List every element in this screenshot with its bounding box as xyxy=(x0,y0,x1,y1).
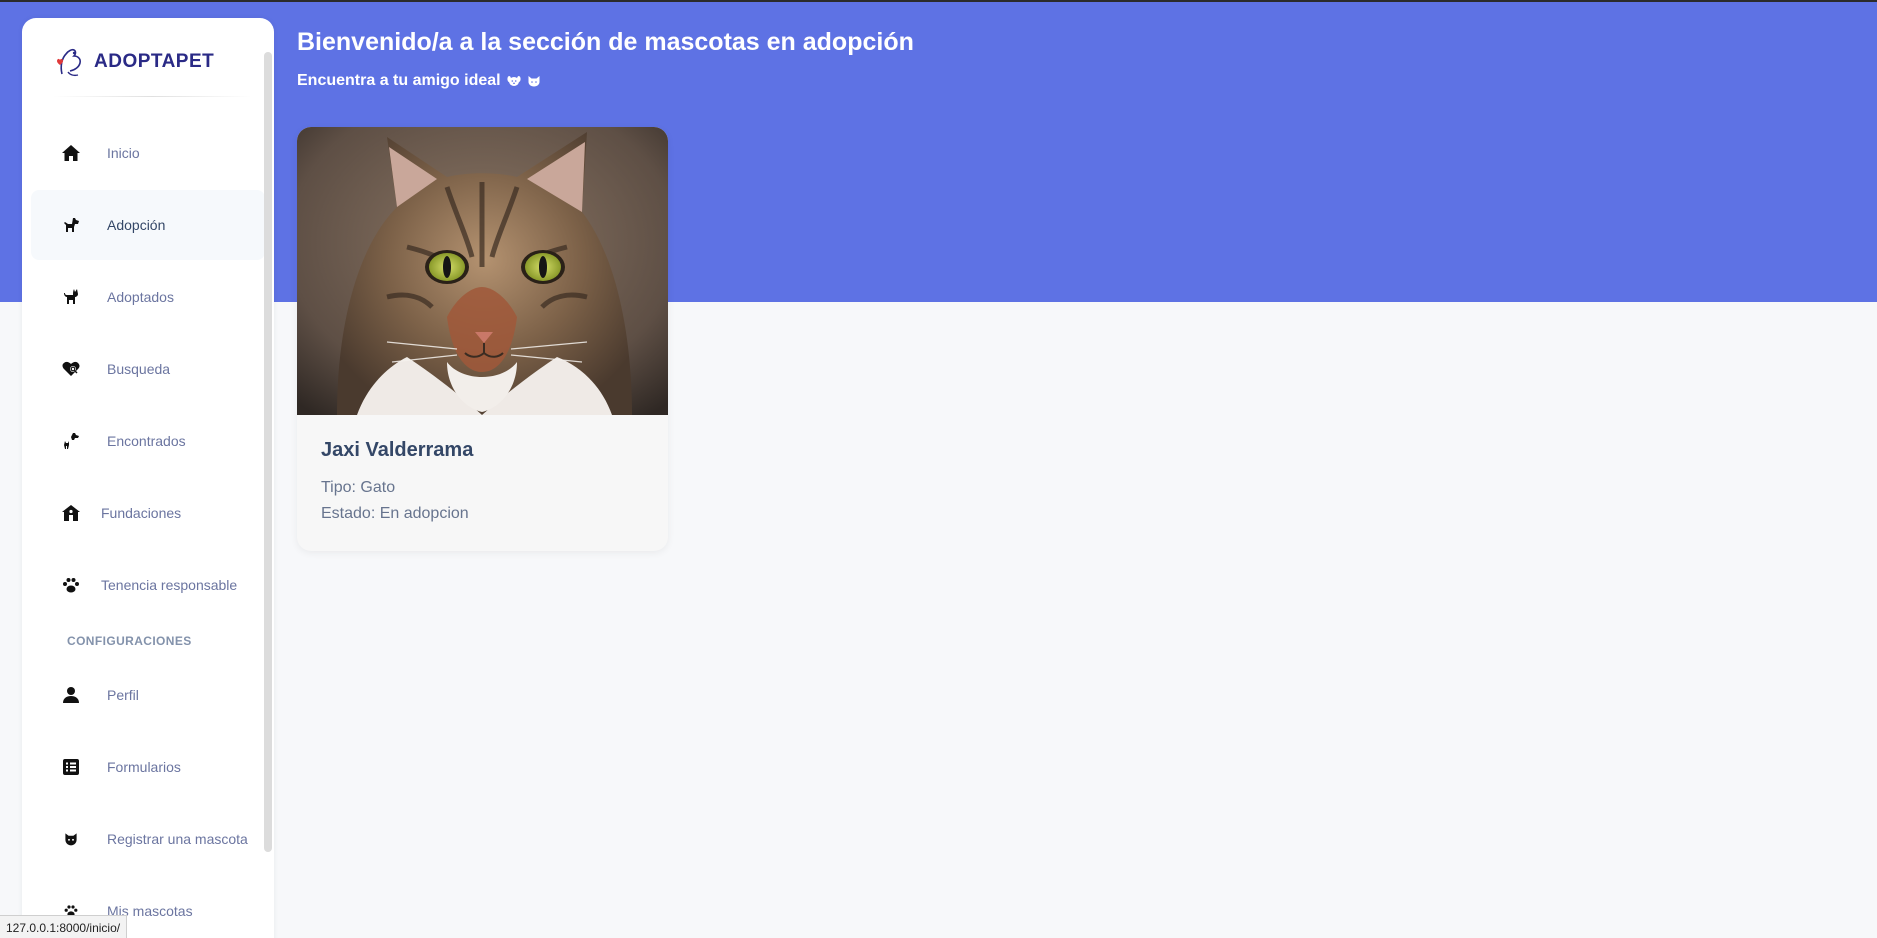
cat-face-icon xyxy=(59,827,83,851)
sidebar: ADOPTAPET Inicio Adopción Adoptados Busq… xyxy=(22,18,274,938)
brand-divider xyxy=(52,96,252,97)
sidebar-item-encontrados[interactable]: Encontrados xyxy=(31,406,265,476)
pet-card[interactable]: Jaxi Valderrama Tipo: Gato Estado: En ad… xyxy=(297,127,668,551)
form-list-icon xyxy=(59,755,83,779)
sidebar-item-label: Busqueda xyxy=(107,361,171,377)
sidebar-item-adoptados[interactable]: Adoptados xyxy=(31,262,265,332)
browser-status-url: 127.0.0.1:8000/inicio/ xyxy=(0,915,128,938)
sidebar-item-label: Fundaciones xyxy=(101,505,182,521)
sidebar-item-adopcion[interactable]: Adopción xyxy=(31,190,265,260)
sidebar-item-label: Adoptados xyxy=(107,289,174,305)
pet-type: Tipo: Gato xyxy=(321,479,396,496)
cat-face-icon xyxy=(528,76,540,87)
sidebar-item-label: Tenencia responsable xyxy=(101,577,238,593)
sidebar-item-fundaciones[interactable]: Fundaciones xyxy=(31,478,265,548)
home-icon xyxy=(59,141,83,165)
brand-name: ADOPTAPET xyxy=(94,51,215,72)
sidebar-item-perfil[interactable]: Perfil xyxy=(31,660,265,730)
adoptapet-logo-icon xyxy=(57,48,81,77)
sidebar-item-label: Inicio xyxy=(107,145,140,161)
sidebar-item-inicio[interactable]: Inicio xyxy=(31,118,265,188)
user-icon xyxy=(59,683,83,707)
paw-icon xyxy=(59,573,83,597)
sidebar-scrollbar[interactable] xyxy=(264,52,272,852)
section-title-configuraciones: CONFIGURACIONES xyxy=(67,634,192,648)
sidebar-item-label: Formularios xyxy=(107,759,181,775)
dog-cat-icon xyxy=(59,429,83,453)
dog-icon xyxy=(59,213,83,237)
sidebar-item-formularios[interactable]: Formularios xyxy=(31,732,265,802)
pet-name: Jaxi Valderrama xyxy=(321,439,474,461)
sidebar-item-label: Perfil xyxy=(107,687,139,703)
pet-photo-cat xyxy=(297,127,668,415)
sidebar-item-label: Registrar una mascota xyxy=(107,831,248,847)
pet-status: Estado: En adopcion xyxy=(321,505,469,522)
page-title: Bienvenido/a a la sección de mascotas en… xyxy=(297,28,914,56)
dog-face-icon xyxy=(507,76,521,86)
page-subtitle-text: Encuentra a tu amigo ideal xyxy=(297,72,501,89)
sidebar-item-tenencia-responsable[interactable]: Tenencia responsable xyxy=(31,550,265,620)
sidebar-item-label: Adopción xyxy=(107,217,166,233)
sidebar-item-registrar-mascota[interactable]: Registrar una mascota xyxy=(31,804,265,874)
sidebar-item-label: Encontrados xyxy=(107,433,186,449)
page-subtitle: Encuentra a tu amigo ideal xyxy=(297,72,541,90)
brand[interactable]: ADOPTAPET xyxy=(52,44,214,80)
hero-banner xyxy=(0,2,1877,302)
heart-search-icon xyxy=(59,357,83,381)
shelter-house-icon xyxy=(59,501,83,525)
cat-icon xyxy=(59,285,83,309)
sidebar-item-busqueda[interactable]: Busqueda xyxy=(31,334,265,404)
sidebar-nav: Inicio Adopción Adoptados Busqueda Encon… xyxy=(31,118,265,938)
